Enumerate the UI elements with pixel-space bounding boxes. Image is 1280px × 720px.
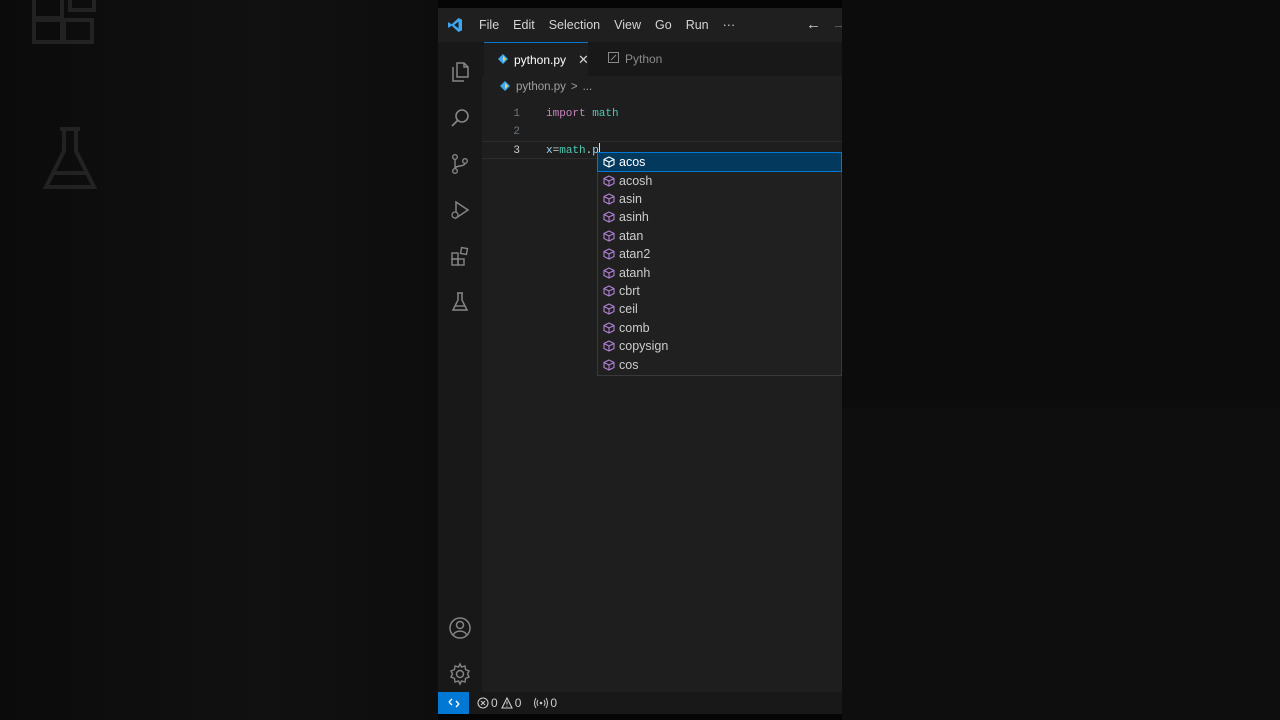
testing-ghost-icon: [42, 127, 98, 189]
method-symbol-icon: [599, 230, 619, 242]
background-left: [0, 0, 438, 720]
suggestion-item[interactable]: asin: [598, 190, 841, 208]
source-control-icon[interactable]: [438, 144, 482, 184]
suggestion-item[interactable]: atan2: [598, 245, 841, 263]
status-bar: 0 0 0: [438, 692, 842, 714]
background-right: [842, 0, 1280, 720]
menu-selection[interactable]: Selection: [542, 8, 607, 42]
code-text: import math: [546, 105, 619, 123]
title-bar: File Edit Selection View Go Run ··· ← →: [438, 8, 842, 42]
breadcrumb-separator: >: [570, 81, 578, 93]
module-name: math: [559, 145, 586, 157]
settings-gear-icon[interactable]: [438, 654, 482, 694]
run-debug-icon[interactable]: [438, 190, 482, 230]
line-number: 3: [513, 145, 520, 157]
method-symbol-icon: [599, 322, 619, 334]
remote-indicator-icon[interactable]: [438, 692, 469, 714]
method-symbol-icon: [599, 285, 619, 297]
ports-indicator[interactable]: 0: [534, 696, 560, 710]
suggestion-item[interactable]: acos: [597, 151, 842, 173]
preview-icon: [608, 52, 619, 66]
menu-run[interactable]: Run: [679, 8, 716, 42]
suggestion-label: comb: [619, 320, 650, 335]
vscode-logo-icon: [438, 8, 472, 42]
tab-python-preview[interactable]: Python: [594, 42, 694, 76]
method-symbol-icon: [599, 358, 619, 371]
problems-indicator[interactable]: 0 0: [477, 696, 524, 710]
suggestion-item[interactable]: cbrt: [598, 282, 841, 300]
suggestion-label: atanh: [619, 265, 651, 280]
suggestion-label: asinh: [619, 210, 649, 225]
code-line: 1 import math: [482, 105, 842, 123]
account-icon[interactable]: [438, 608, 482, 648]
tab-python-py[interactable]: python.py ✕: [484, 42, 589, 76]
code-text: x=math.p: [546, 142, 600, 160]
method-symbol-icon: [599, 193, 619, 205]
menu-view[interactable]: View: [607, 8, 648, 42]
suggestion-label: copysign: [619, 339, 669, 354]
method-symbol-icon: [599, 266, 619, 279]
activity-bar: [438, 42, 482, 692]
method-symbol-icon: [599, 174, 619, 187]
error-icon: [477, 697, 489, 709]
suggestion-label: acosh: [619, 173, 653, 188]
method-symbol-icon: [599, 340, 619, 352]
suggestion-label: ceil: [619, 302, 638, 317]
menu-go[interactable]: Go: [648, 8, 679, 42]
autocomplete-suggestions: acos acosh asin asinh atan atan2 atanh cbrt ceil…: [597, 151, 842, 376]
suggestion-item[interactable]: ceil: [598, 300, 841, 318]
testing-icon[interactable]: [438, 282, 482, 322]
method-symbol-icon: [599, 156, 619, 168]
line-number: 1: [513, 108, 520, 120]
explorer-icon[interactable]: [438, 52, 482, 92]
keyword: import: [546, 108, 586, 120]
suggestion-item[interactable]: comb: [598, 319, 841, 337]
code-line: 2: [482, 123, 842, 141]
radio-tower-icon: [534, 697, 549, 709]
ports-count: 0: [550, 696, 558, 710]
suggestion-label: cbrt: [619, 283, 640, 298]
suggestion-item[interactable]: acosh: [598, 171, 841, 189]
suggestion-label: atan: [619, 228, 644, 243]
suggestion-label: atan2: [619, 247, 651, 262]
python-file-icon: [500, 80, 510, 94]
menu-more[interactable]: ···: [716, 8, 743, 42]
method-symbol-icon: [599, 248, 619, 260]
method-symbol-icon: [599, 211, 619, 223]
breadcrumb-symbol[interactable]: ...: [583, 81, 593, 93]
suggestion-label: acos: [619, 155, 646, 170]
warning-count: 0: [514, 696, 522, 710]
suggestion-item[interactable]: atanh: [598, 263, 841, 281]
suggestion-label: cos: [619, 357, 639, 372]
tab-label: python.py: [514, 52, 567, 67]
menu-edit[interactable]: Edit: [506, 8, 542, 42]
breadcrumb: python.py > ...: [500, 78, 592, 96]
warning-icon: [500, 697, 513, 709]
python-file-icon: [498, 53, 508, 67]
suggestion-label: asin: [619, 191, 642, 206]
editor-tabs: python.py ✕ Python: [482, 42, 842, 76]
suggestion-item[interactable]: asinh: [598, 208, 841, 226]
error-count: 0: [491, 696, 498, 710]
breadcrumb-file[interactable]: python.py: [516, 81, 566, 93]
extensions-icon[interactable]: [438, 236, 482, 276]
forward-arrow-icon[interactable]: →: [832, 8, 842, 42]
back-arrow-icon[interactable]: ←: [806, 8, 821, 42]
extensions-ghost-icon: [32, 0, 96, 44]
line-number: 2: [513, 126, 520, 138]
module-name: math: [585, 108, 619, 120]
suggestion-item[interactable]: cos: [598, 355, 841, 373]
suggestion-item[interactable]: copysign: [598, 337, 841, 355]
menu-file[interactable]: File: [472, 8, 506, 42]
tab-label: Python: [625, 52, 663, 66]
suggestion-item[interactable]: atan: [598, 227, 841, 245]
close-icon[interactable]: ✕: [578, 52, 589, 68]
search-icon[interactable]: [438, 98, 482, 138]
variable: x: [546, 145, 553, 157]
method-symbol-icon: [599, 303, 619, 315]
